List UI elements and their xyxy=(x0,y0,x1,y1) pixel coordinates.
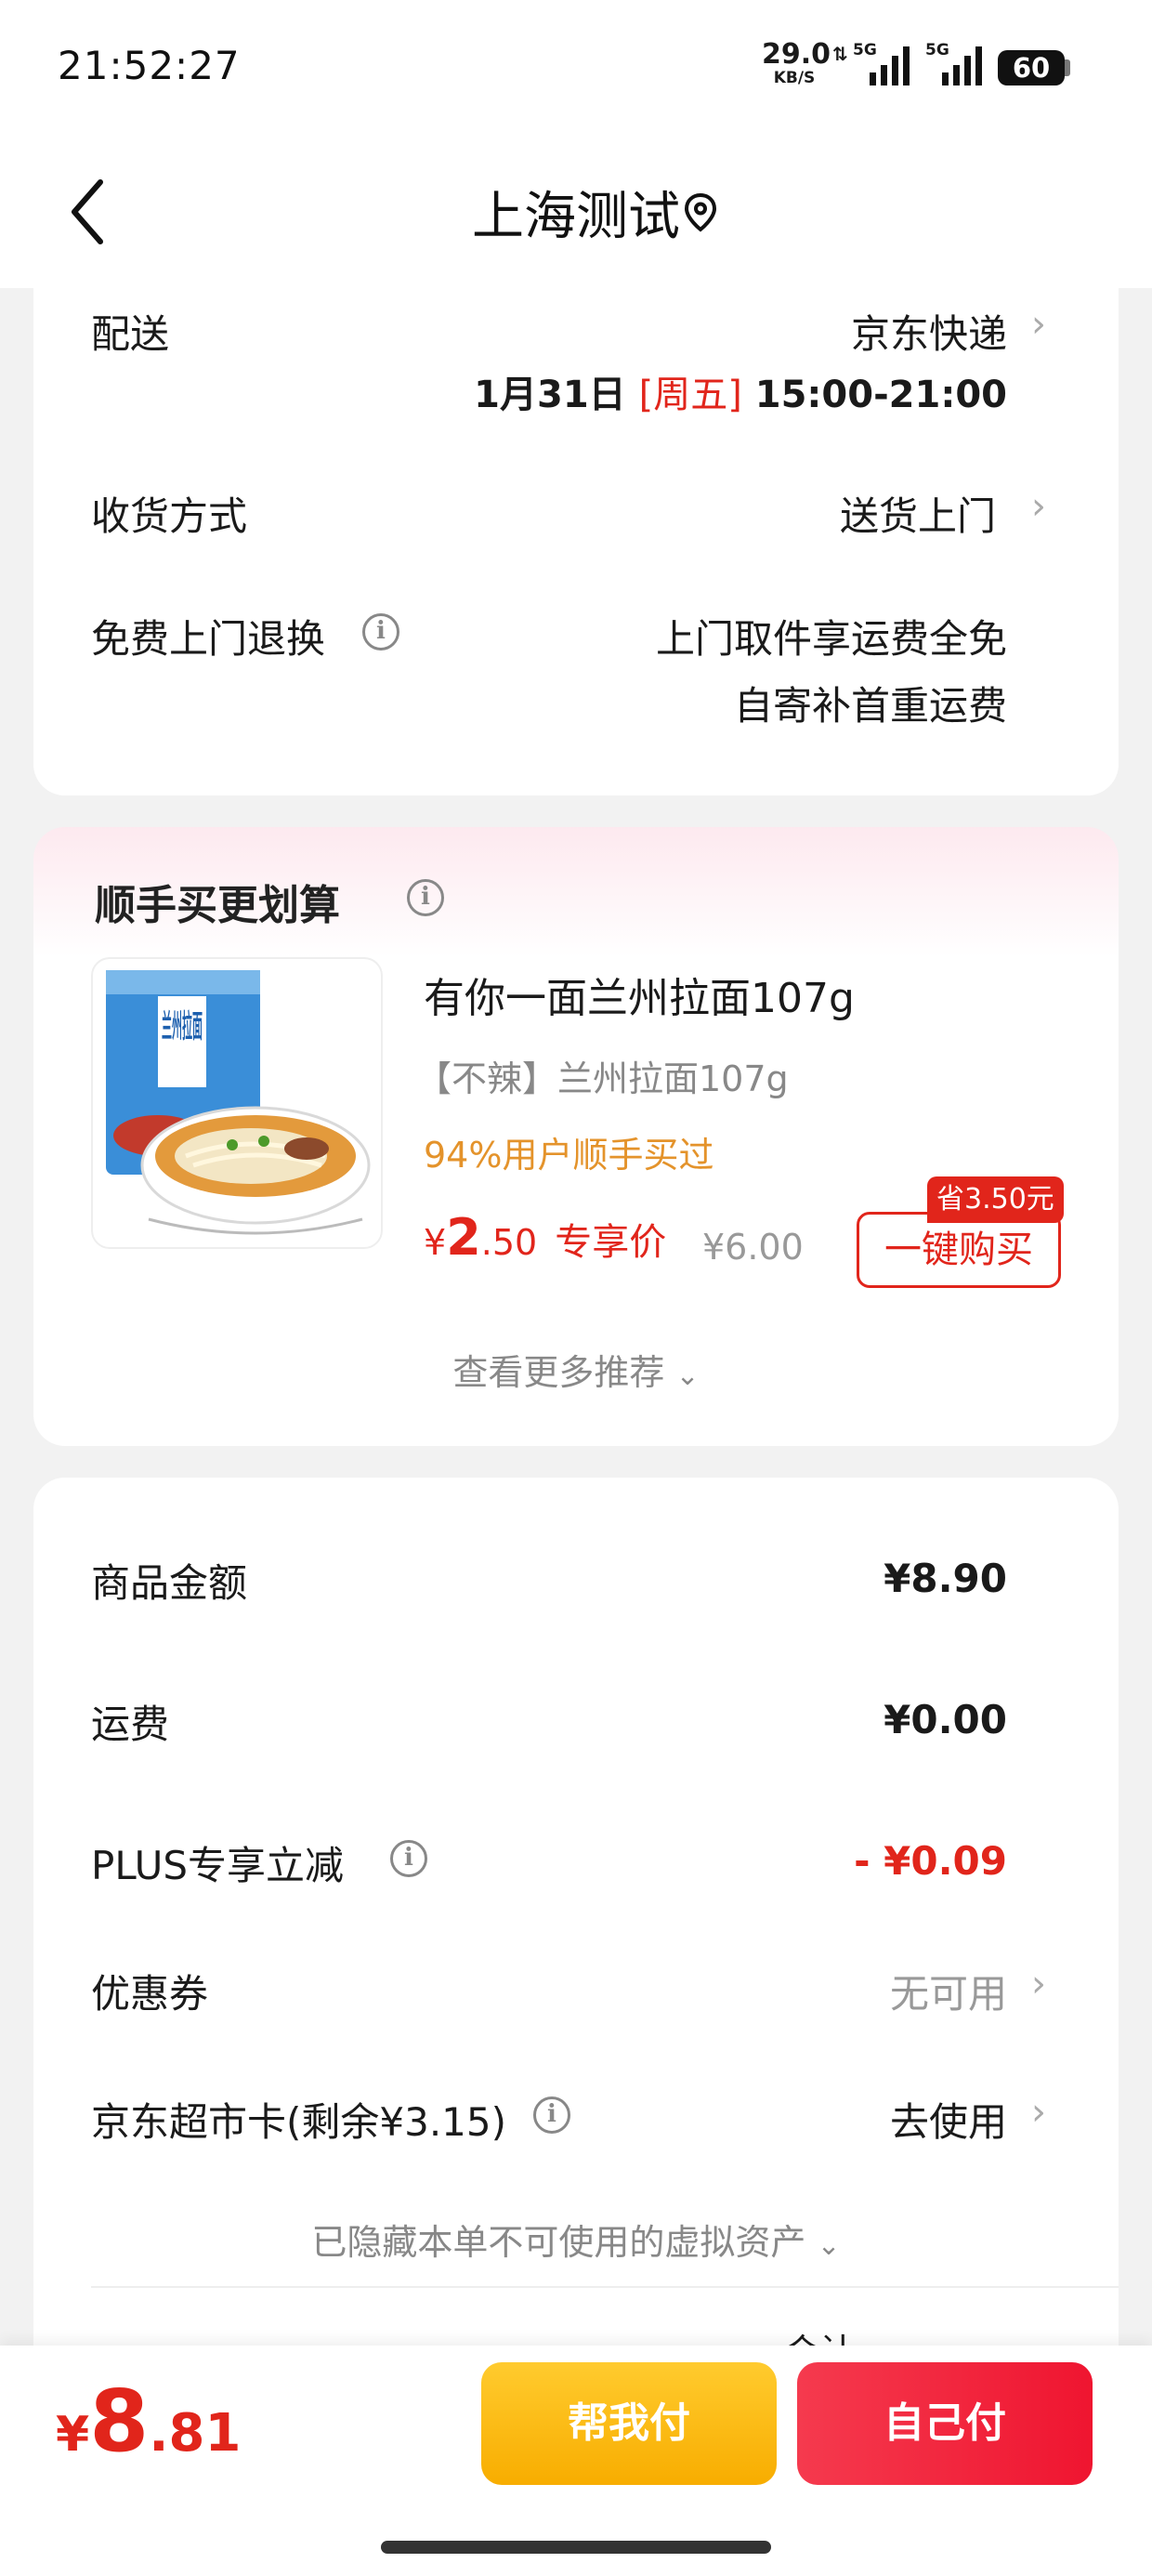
save-badge: 省3.50元 xyxy=(927,1176,1064,1223)
price-dec: .50 xyxy=(480,1222,538,1263)
status-time: 21:52:27 xyxy=(58,43,241,88)
delivery-date: 1月31日 xyxy=(474,374,626,416)
delivery-carrier[interactable]: 京东快递 xyxy=(851,303,1007,360)
chevron-down-icon: ⌄ xyxy=(675,1360,700,1392)
shipping-value: ¥0.00 xyxy=(884,1697,1007,1742)
package-label: 兰州拉面 xyxy=(162,1008,203,1045)
addon-price: ¥2.50 专享价 xyxy=(424,1208,666,1267)
chevron-left-icon[interactable] xyxy=(65,177,111,247)
delivery-time[interactable]: 1月31日 [周五] 15:00-21:00 xyxy=(474,364,1007,418)
chevron-right-icon[interactable]: › xyxy=(1031,2091,1046,2134)
info-icon[interactable]: i xyxy=(390,1840,427,1877)
chevron-right-icon[interactable]: › xyxy=(1031,303,1046,346)
product-stat: 94%用户顺手买过 xyxy=(424,1135,714,1176)
chevron-right-icon[interactable]: › xyxy=(1031,485,1046,528)
signal-icon: 5G xyxy=(925,41,987,87)
location-pin-icon[interactable] xyxy=(682,191,719,232)
self-pay-button[interactable]: 自己付 xyxy=(797,2362,1093,2485)
info-icon[interactable]: i xyxy=(362,613,399,651)
chevron-down-icon: ⌄ xyxy=(817,2229,841,2262)
shipping-label: 运费 xyxy=(91,1702,170,1747)
delivery-label: 配送 xyxy=(91,311,170,357)
hidden-assets-label: 已隐藏本单不可使用的虚拟资产 xyxy=(311,2222,806,2263)
help-pay-button[interactable]: 帮我付 xyxy=(481,2362,777,2485)
signal-icon: 5G xyxy=(853,41,914,87)
battery-icon: 60 xyxy=(998,50,1065,85)
battery-tip xyxy=(1065,59,1070,76)
network-speed-unit: KB/S xyxy=(773,69,816,87)
plus-discount-value: - ¥0.09 xyxy=(854,1838,1007,1884)
free-return-line1: 上门取件享运费全免 xyxy=(655,616,1007,662)
total-int: 8 xyxy=(89,2372,150,2471)
divider xyxy=(91,2286,1119,2288)
price-int: 2 xyxy=(446,1208,481,1267)
data-arrows-icon: ⇅ xyxy=(832,43,848,65)
addon-title: 顺手买更划算 xyxy=(95,882,340,929)
items-amount-label: 商品金额 xyxy=(91,1560,248,1606)
plus-discount-label: PLUS专享立减 xyxy=(91,1843,345,1888)
chevron-right-icon[interactable]: › xyxy=(1031,1963,1046,2005)
one-click-buy-button[interactable]: 一键购买 xyxy=(857,1212,1061,1288)
product-spec: 【不辣】兰州拉面107g xyxy=(416,1058,789,1099)
free-return-label: 免费上门退换 xyxy=(91,616,326,662)
supermarket-card-label: 京东超市卡(剩余¥3.15) xyxy=(91,2099,507,2145)
items-amount-value: ¥8.90 xyxy=(884,1556,1007,1601)
network-speed-value: 29.0 xyxy=(762,38,831,71)
network-speed: 29.0 KB/S xyxy=(762,38,831,87)
supermarket-card-value[interactable]: 去使用 xyxy=(890,2091,1007,2148)
original-price: ¥6.00 xyxy=(702,1227,804,1268)
see-more-label: 查看更多推荐 xyxy=(452,1352,665,1393)
product-image[interactable]: 兰州拉面 xyxy=(91,957,383,1249)
total-price: ¥8.81 xyxy=(56,2372,241,2471)
info-icon[interactable]: i xyxy=(533,2096,570,2134)
hidden-assets-toggle[interactable]: 已隐藏本单不可使用的虚拟资产 ⌄ xyxy=(0,2214,1152,2265)
receive-method-value[interactable]: 送货上门 xyxy=(840,485,996,542)
price-tag: 专享价 xyxy=(555,1221,667,1264)
product-name[interactable]: 有你一面兰州拉面107g xyxy=(424,965,855,1024)
home-indicator[interactable] xyxy=(381,2541,771,2554)
delivery-weekday: [周五] xyxy=(638,374,742,416)
coupon-value[interactable]: 无可用 xyxy=(890,1963,1007,2019)
coupon-label: 优惠券 xyxy=(91,1971,209,2017)
free-return-line2: 自寄补首重运费 xyxy=(733,683,1007,729)
receive-method-label: 收货方式 xyxy=(91,493,248,539)
delivery-window: 15:00-21:00 xyxy=(754,374,1007,416)
see-more-button[interactable]: 查看更多推荐 ⌄ xyxy=(0,1344,1152,1395)
info-icon[interactable]: i xyxy=(407,879,444,916)
total-dec: .81 xyxy=(149,2403,242,2464)
price-currency: ¥ xyxy=(424,1222,447,1263)
total-currency: ¥ xyxy=(56,2407,90,2463)
